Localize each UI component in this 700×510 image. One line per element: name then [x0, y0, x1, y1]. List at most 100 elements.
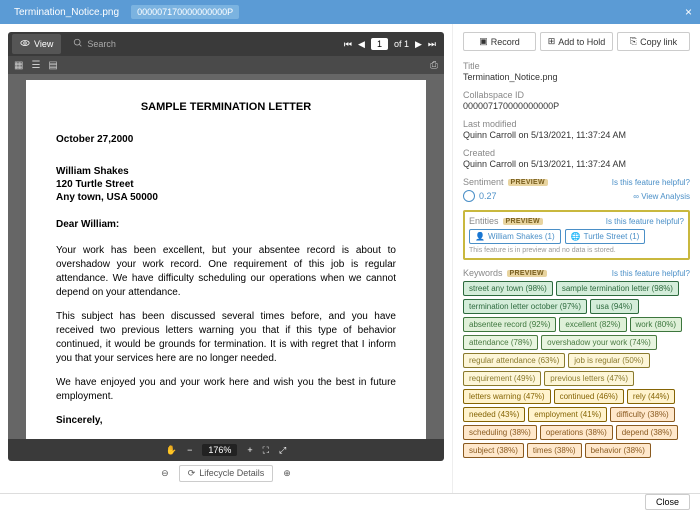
doc-closing: Sincerely, [56, 414, 396, 428]
doc-para2: This subject has been discussed several … [56, 310, 396, 366]
keyword-tag[interactable]: behavior (38%) [585, 443, 651, 458]
keyword-tag[interactable]: usa (94%) [590, 299, 638, 314]
helpful-link[interactable]: Is this feature helpful? [612, 178, 690, 187]
keyword-tag[interactable]: rely (44%) [627, 389, 675, 404]
lifecycle-label: Lifecycle Details [199, 468, 264, 478]
next-section-icon[interactable]: ⊕ [283, 468, 291, 479]
keywords-label: Keywords [463, 268, 503, 278]
sentiment-header: Sentiment PREVIEW Is this feature helpfu… [463, 177, 690, 187]
zoom-bar: ✋ − 176% + ⛶ ⤢ [8, 439, 444, 461]
entities-disclaimer: This feature is in preview and no data i… [469, 247, 684, 254]
prev-section-icon[interactable]: ⊖ [161, 468, 169, 479]
search-icon [73, 38, 83, 50]
sentiment-label: Sentiment [463, 177, 504, 187]
fit-width-icon[interactable]: ⛶ [263, 445, 269, 456]
close-icon[interactable]: × [685, 5, 692, 19]
keyword-tag[interactable]: job is regular (50%) [568, 353, 649, 368]
keyword-tag[interactable]: termination letter october (97%) [463, 299, 587, 314]
helpful-link[interactable]: Is this feature helpful? [606, 217, 684, 226]
title-label: Title [463, 61, 690, 71]
file-tag: 000007170000000000P [131, 5, 239, 19]
lifecycle-icon: ⟳ [188, 468, 196, 479]
keyword-tag[interactable]: employment (41%) [528, 407, 607, 422]
first-page-icon[interactable]: ⏮ [344, 39, 352, 50]
keyword-tag[interactable]: street any town (98%) [463, 281, 553, 296]
doc-salutation: Dear William: [56, 218, 396, 232]
zoom-out-icon[interactable]: − [187, 445, 192, 455]
entities-label: Entities [469, 216, 499, 226]
copylink-label: Copy link [640, 37, 677, 47]
dialog-footer: Close [0, 493, 700, 510]
lastmod-value: Quinn Carroll on 5/13/2021, 11:37:24 AM [463, 130, 690, 140]
page-of: of 1 [394, 39, 409, 49]
view-label: View [34, 39, 53, 49]
doc-address: William Shakes 120 Turtle Street Any tow… [56, 165, 396, 204]
preview-badge: PREVIEW [508, 179, 548, 186]
search-placeholder: Search [87, 39, 116, 49]
keyword-tag[interactable]: attendance (78%) [463, 335, 538, 350]
keyword-tag[interactable]: excellent (82%) [559, 317, 626, 332]
view-button[interactable]: View [12, 34, 61, 54]
fullscreen-icon[interactable]: ⤢ [279, 445, 286, 456]
zoom-level[interactable]: 176% [202, 444, 237, 456]
keyword-tag[interactable]: depend (38%) [616, 425, 678, 440]
outline-icon[interactable]: ☰ [31, 60, 40, 71]
close-button[interactable]: Close [645, 494, 690, 510]
view-analysis-link[interactable]: ∞ View Analysis [633, 192, 690, 201]
preview-badge: PREVIEW [507, 270, 547, 277]
add-hold-button[interactable]: ⊞Add to Hold [540, 32, 613, 51]
lifecycle-button[interactable]: ⟳ Lifecycle Details [179, 465, 274, 482]
thumbnails-icon[interactable]: ▦ [14, 60, 23, 71]
keyword-tag[interactable]: scheduling (38%) [463, 425, 537, 440]
keyword-tag[interactable]: work (80%) [630, 317, 682, 332]
page-current[interactable]: 1 [371, 38, 388, 50]
keywords-list: street any town (98%) sample termination… [463, 281, 690, 458]
document-page: SAMPLE TERMINATION LETTER October 27,200… [26, 80, 426, 439]
addr-city: Any town, USA 50000 [56, 191, 396, 204]
keyword-tag[interactable]: letters warning (47%) [463, 389, 551, 404]
record-label: Record [491, 37, 520, 47]
copy-link-button[interactable]: ⎘Copy link [617, 32, 690, 51]
bottom-bar: ⊖ ⟳ Lifecycle Details ⊕ [8, 461, 444, 485]
hold-icon: ⊞ [548, 36, 556, 47]
lastmod-label: Last modified [463, 119, 690, 129]
keyword-tag[interactable]: continued (46%) [554, 389, 624, 404]
print-icon[interactable]: ⎙ [430, 60, 438, 71]
zoom-in-icon[interactable]: + [247, 445, 252, 455]
keyword-tag[interactable]: times (38%) [527, 443, 582, 458]
prev-page-icon[interactable]: ◀ [358, 39, 365, 50]
keyword-tag[interactable]: difficulty (38%) [610, 407, 674, 422]
entity-person[interactable]: 👤William Shakes (1) [469, 229, 561, 244]
metadata-panel: ▣Record ⊞Add to Hold ⎘Copy link TitleTer… [452, 24, 700, 493]
entity-location[interactable]: 🌐Turtle Street (1) [565, 229, 646, 244]
keyword-tag[interactable]: sample termination letter (98%) [556, 281, 679, 296]
doc-para3: We have enjoyed you and your work here a… [56, 376, 396, 404]
document-viewport[interactable]: SAMPLE TERMINATION LETTER October 27,200… [8, 74, 444, 439]
last-page-icon[interactable]: ⏭ [428, 39, 436, 50]
cid-label: Collabspace ID [463, 90, 690, 100]
hold-label: Add to Hold [558, 37, 605, 47]
sentiment-score: 0.27 [479, 191, 497, 201]
search-input[interactable]: Search [73, 38, 116, 50]
helpful-link[interactable]: Is this feature helpful? [612, 269, 690, 278]
keyword-tag[interactable]: previous letters (47%) [544, 371, 634, 386]
layers-icon[interactable]: ▤ [48, 60, 57, 71]
keyword-tag[interactable]: needed (43%) [463, 407, 525, 422]
hand-tool-icon[interactable]: ✋ [166, 445, 177, 456]
keyword-tag[interactable]: overshadow your work (74%) [541, 335, 657, 350]
doc-title: SAMPLE TERMINATION LETTER [56, 100, 396, 115]
keyword-tag[interactable]: regular attendance (63%) [463, 353, 565, 368]
record-button[interactable]: ▣Record [463, 32, 536, 51]
record-icon: ▣ [479, 36, 488, 47]
addr-street: 120 Turtle Street [56, 178, 396, 191]
title-value: Termination_Notice.png [463, 72, 690, 82]
created-label: Created [463, 148, 690, 158]
addr-name: William Shakes [56, 165, 396, 178]
keyword-tag[interactable]: absentee record (92%) [463, 317, 556, 332]
titlebar: Termination_Notice.png 00000717000000000… [0, 0, 700, 24]
keyword-tag[interactable]: requirement (49%) [463, 371, 541, 386]
preview-badge: PREVIEW [503, 218, 543, 225]
keyword-tag[interactable]: operations (38%) [540, 425, 613, 440]
next-page-icon[interactable]: ▶ [415, 39, 422, 50]
keyword-tag[interactable]: subject (38%) [463, 443, 524, 458]
